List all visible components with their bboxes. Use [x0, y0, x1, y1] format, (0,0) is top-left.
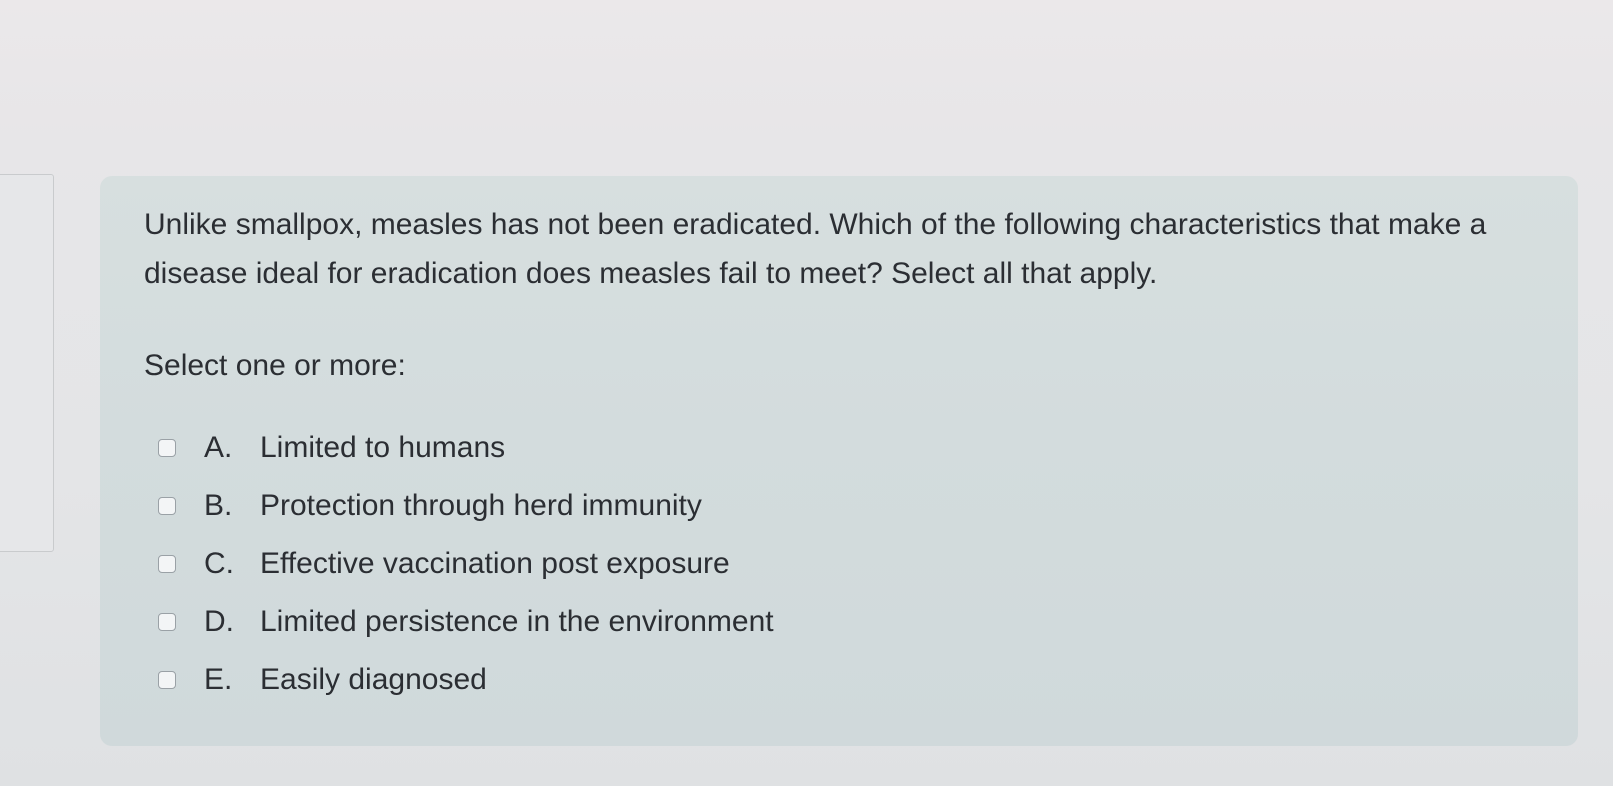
option-b-checkbox[interactable] — [158, 497, 176, 515]
option-c[interactable]: C. Effective vaccination post exposure — [158, 535, 774, 593]
option-c-label[interactable]: Effective vaccination post exposure — [260, 547, 730, 581]
option-b-label[interactable]: Protection through herd immunity — [260, 489, 702, 523]
option-d[interactable]: D. Limited persistence in the environmen… — [158, 593, 774, 651]
option-a-checkbox[interactable] — [158, 439, 176, 457]
option-a[interactable]: A. Limited to humans — [158, 419, 774, 477]
option-e-checkbox[interactable] — [158, 671, 176, 689]
option-d-letter: D. — [204, 605, 234, 638]
question-text: Unlike smallpox, measles has not been er… — [144, 208, 1487, 290]
option-e-label[interactable]: Easily diagnosed — [260, 663, 487, 697]
left-side-panel — [0, 174, 54, 552]
option-c-checkbox[interactable] — [158, 555, 176, 573]
answer-options: A. Limited to humans B. Protection throu… — [158, 419, 774, 709]
question-card: Unlike smallpox, measles has not been er… — [100, 176, 1578, 746]
option-b[interactable]: B. Protection through herd immunity — [158, 477, 774, 535]
option-e[interactable]: E. Easily diagnosed — [158, 651, 774, 709]
option-a-label[interactable]: Limited to humans — [260, 431, 505, 465]
answer-prompt: Select one or more: — [144, 349, 406, 382]
option-b-letter: B. — [204, 489, 233, 522]
option-e-letter: E. — [204, 663, 233, 696]
option-a-letter: A. — [204, 431, 233, 464]
option-d-checkbox[interactable] — [158, 613, 176, 631]
option-c-letter: C. — [204, 547, 234, 580]
option-d-label[interactable]: Limited persistence in the environment — [260, 605, 774, 639]
